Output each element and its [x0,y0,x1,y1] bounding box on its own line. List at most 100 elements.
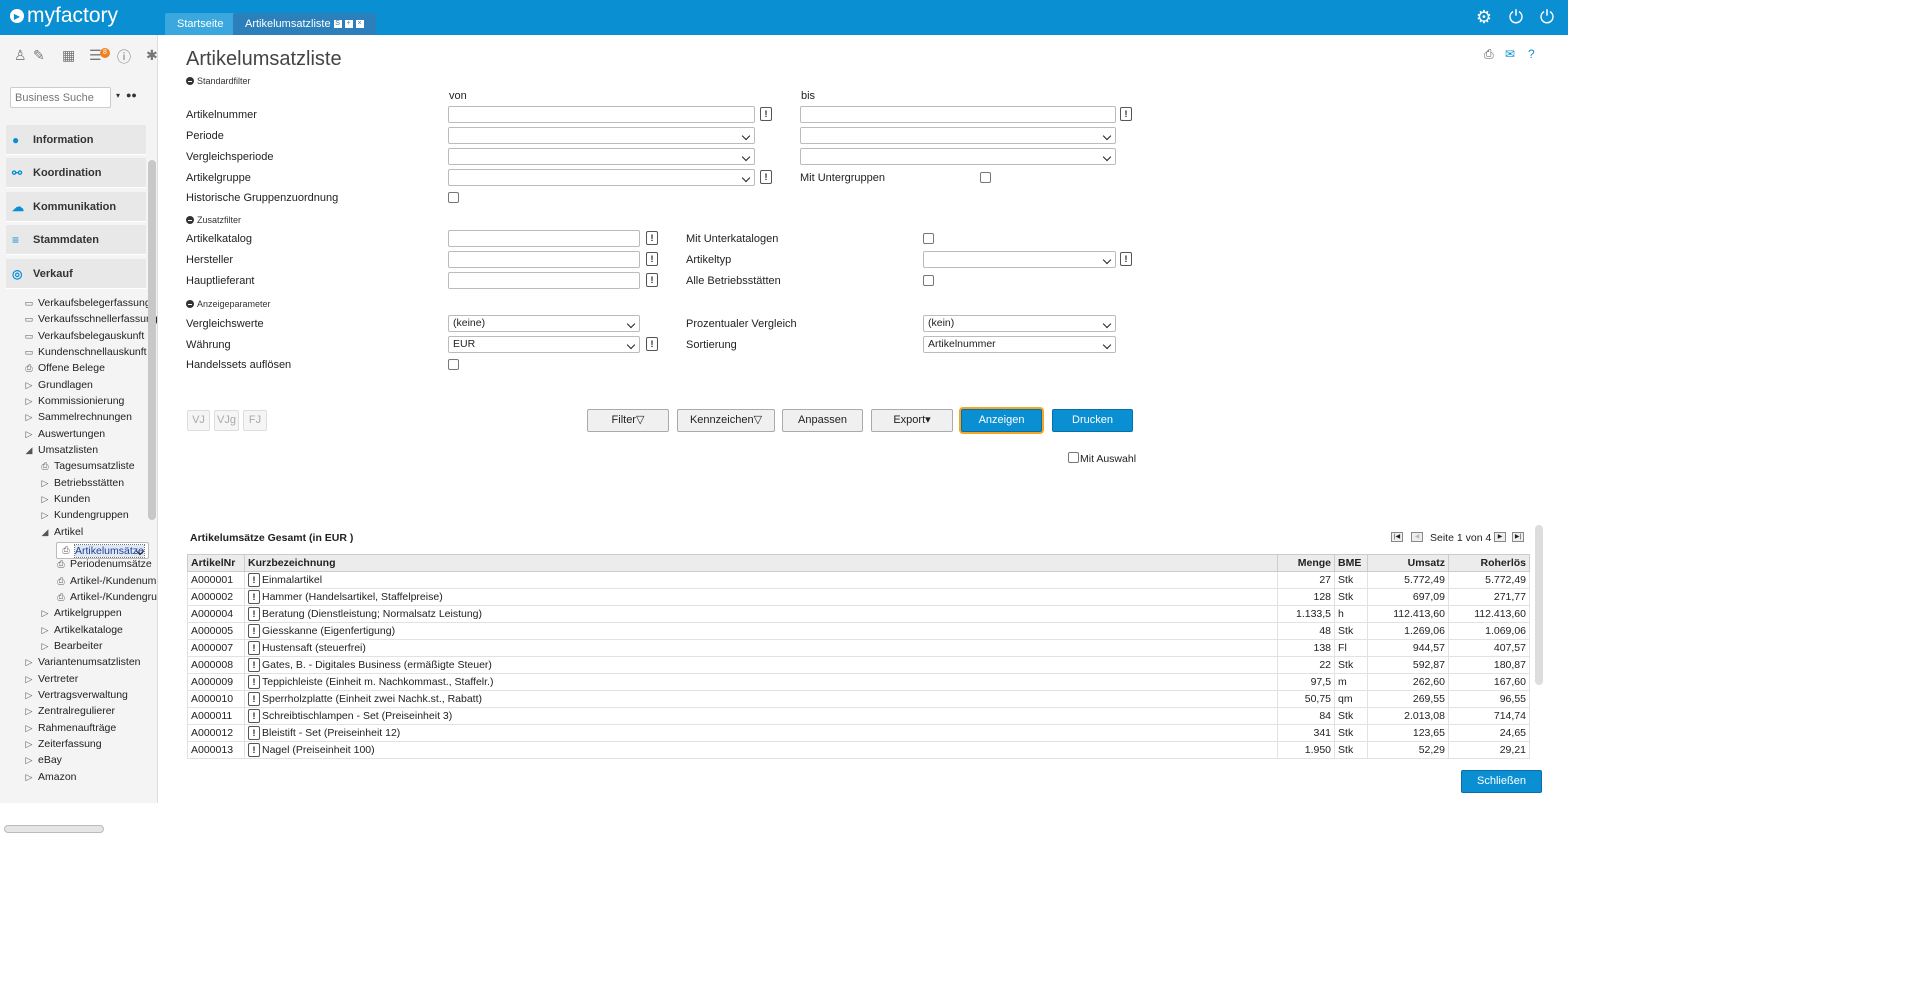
section-verkauf[interactable]: ◎ Verkauf [6,259,146,289]
filter-button[interactable]: Filter▽ [587,409,669,432]
column-header[interactable]: Umsatz [1367,554,1449,572]
nav-item[interactable]: ▭ Kundenschnellauskunft [24,346,147,358]
export-button[interactable]: Export▾ [871,409,953,432]
section-information[interactable]: ● Information [6,125,146,155]
tab-refresh-icon[interactable]: S [333,20,342,28]
business-search-input[interactable] [10,87,111,108]
row-detail-button[interactable]: ! [247,607,260,621]
nav-item[interactable]: ▷ Variantenumsatzlisten [24,656,141,668]
artikelgruppe-select[interactable] [448,169,755,186]
nav-item[interactable]: ⎙ Artikel-/Kundengru [56,591,157,603]
nav-item[interactable]: ▷ eBay [24,754,62,766]
vergleichsperiode-von-select[interactable] [448,148,755,165]
info-icon[interactable]: ⓘ [117,47,131,67]
table-row[interactable]: A000005! Giesskanne (Eigenfertigung) 48 Stk… [187,622,1531,640]
nav-item[interactable]: ▷ Rahmenaufträge [24,722,117,734]
artikelnummer-bis-input[interactable] [800,106,1116,123]
artikelkatalog-lookup-button[interactable]: ! [646,231,658,245]
tab-artikelumsatzliste[interactable]: Artikelumsatzliste S + × [233,13,376,35]
sortierung-select[interactable]: Artikelnummer [923,336,1116,353]
nav-item-selected[interactable]: ⎙ Artikelumsätze [56,542,149,559]
nav-item[interactable]: ▷ Bearbeiter [40,640,103,652]
row-detail-button[interactable]: ! [247,709,260,723]
nav-item[interactable]: ▷ Betriebsstätten [40,477,125,489]
print-icon[interactable]: ⎙ [1484,47,1494,62]
table-row[interactable]: A000009! Teppichleiste (Einheit m. Nachko… [187,673,1531,691]
table-row[interactable]: A000010! Sperrholzplatte (Einheit zwei Na… [187,690,1531,708]
help-icon[interactable]: ? [1528,47,1535,61]
table-row[interactable]: A000002! Hammer (Handelsartikel, Staffelp… [187,588,1531,606]
column-header[interactable]: Menge [1277,554,1336,572]
nav-item[interactable]: ▷ Auswertungen [24,428,106,440]
historische-gruppenzuordnung-checkbox[interactable] [448,192,459,203]
nav-item[interactable]: ▭ Verkaufsschnellerfassung [24,313,158,325]
nav-item[interactable]: ⎙ Offene Belege [24,362,105,374]
vj-button[interactable]: VJ [187,410,210,431]
nav-item[interactable]: ▷ Artikelkataloge [40,624,123,636]
table-row[interactable]: A000011! Schreibtischlampen - Set (Preise… [187,707,1531,725]
column-header[interactable]: Roherlös [1447,554,1531,572]
table-row[interactable]: A000008! Gates, B. - Digitales Business (… [187,656,1531,674]
nav-item[interactable]: ⎙ Tagesumsatzliste [40,460,134,472]
periode-von-select[interactable] [448,127,755,144]
eraser-icon[interactable]: ✎ [33,47,45,64]
hauptlieferant-input[interactable] [448,272,640,289]
anpassen-button[interactable]: Anpassen [782,409,863,432]
column-header[interactable]: Kurzbezeichnung [243,554,1279,572]
row-detail-button[interactable]: ! [247,573,260,587]
row-detail-button[interactable]: ! [247,726,260,740]
nav-item[interactable]: ◢ Umsatzlisten [24,444,99,456]
nav-item[interactable]: ▷ Kunden [40,493,91,505]
waehrung-select[interactable]: EUR [448,336,640,353]
nav-item[interactable]: ⎙ Periodenumsätze [56,558,151,570]
sidebar-horizontal-scrollbar[interactable] [4,825,104,833]
group-zusatzfilter[interactable]: Zusatzfilter [186,215,241,225]
tab-startseite[interactable]: Startseite [165,13,236,35]
nav-item[interactable]: ▷ Artikelgruppen [40,607,122,619]
anzeigen-button[interactable]: Anzeigen [961,409,1042,432]
tab-pin-icon[interactable]: + [344,20,353,28]
nav-item[interactable]: ▭ Verkaufsbelegauskunft [24,330,145,342]
sidebar-scrollbar[interactable] [148,160,156,520]
search-dropdown-icon[interactable]: ▾ [116,91,120,100]
artikelnummer-bis-lookup-button[interactable]: ! [1120,107,1132,121]
handelssets-checkbox[interactable] [448,359,459,370]
row-detail-button[interactable]: ! [247,692,260,706]
nav-item[interactable]: ▷ Sammelrechnungen [24,411,132,423]
app-logo[interactable]: ▶ myfactory [10,4,118,28]
search-options-icon[interactable]: ●● [126,90,137,100]
hauptlieferant-lookup-button[interactable]: ! [646,273,658,287]
row-detail-button[interactable]: ! [247,743,260,757]
artikeltyp-select[interactable] [923,251,1116,268]
nav-item[interactable]: ▷ Vertreter [24,673,79,685]
table-row[interactable]: A000013! Nagel (Preiseinheit 100) 1.950 Stk… [187,741,1531,759]
vjg-button[interactable]: VJg [214,410,239,431]
column-header[interactable]: ArtikelNr [187,554,245,572]
mit-auswahl-checkbox[interactable] [1068,452,1079,463]
nav-item[interactable]: ⎙ Artikel-/Kundenum [56,575,156,587]
nav-item[interactable]: ▷ Vertragsverwaltung [24,689,128,701]
section-kommunikation[interactable]: ☁ Kommunikation [6,192,146,222]
nav-item[interactable]: ▷ Kundengruppen [40,509,129,521]
group-anzeigeparameter[interactable]: Anzeigeparameter [186,299,271,309]
power-plus-icon[interactable]: ⏻ [1537,7,1557,27]
prozentualer-vergleich-select[interactable]: (kein) [923,315,1116,332]
nav-item[interactable]: ▷ Zeiterfassung [24,738,102,750]
waehrung-lookup-button[interactable]: ! [646,337,658,351]
mail-icon[interactable]: ✉ [1505,47,1515,61]
last-page-icon[interactable]: ▶| [1512,532,1524,542]
collapse-icon[interactable]: ✱ [146,47,158,64]
row-detail-button[interactable]: ! [247,624,260,638]
schliessen-button[interactable]: Schließen [1461,770,1542,793]
artikelnummer-von-input[interactable] [448,106,755,123]
thumb-icon[interactable]: ♙ [14,47,27,64]
vergleichsperiode-bis-select[interactable] [800,148,1116,165]
table-scrollbar[interactable] [1535,525,1543,685]
nav-item[interactable]: ▷ Zentralregulierer [24,705,116,717]
kennzeichen-button[interactable]: Kennzeichen▽ [677,409,775,432]
nav-item[interactable]: ▷ Amazon [24,771,77,783]
next-page-icon[interactable]: ▶ [1494,532,1506,542]
alle-betriebsstaetten-checkbox[interactable] [923,275,934,286]
prev-page-icon[interactable]: ◀ [1411,532,1423,542]
calendar-icon[interactable]: ▦ [62,47,75,64]
